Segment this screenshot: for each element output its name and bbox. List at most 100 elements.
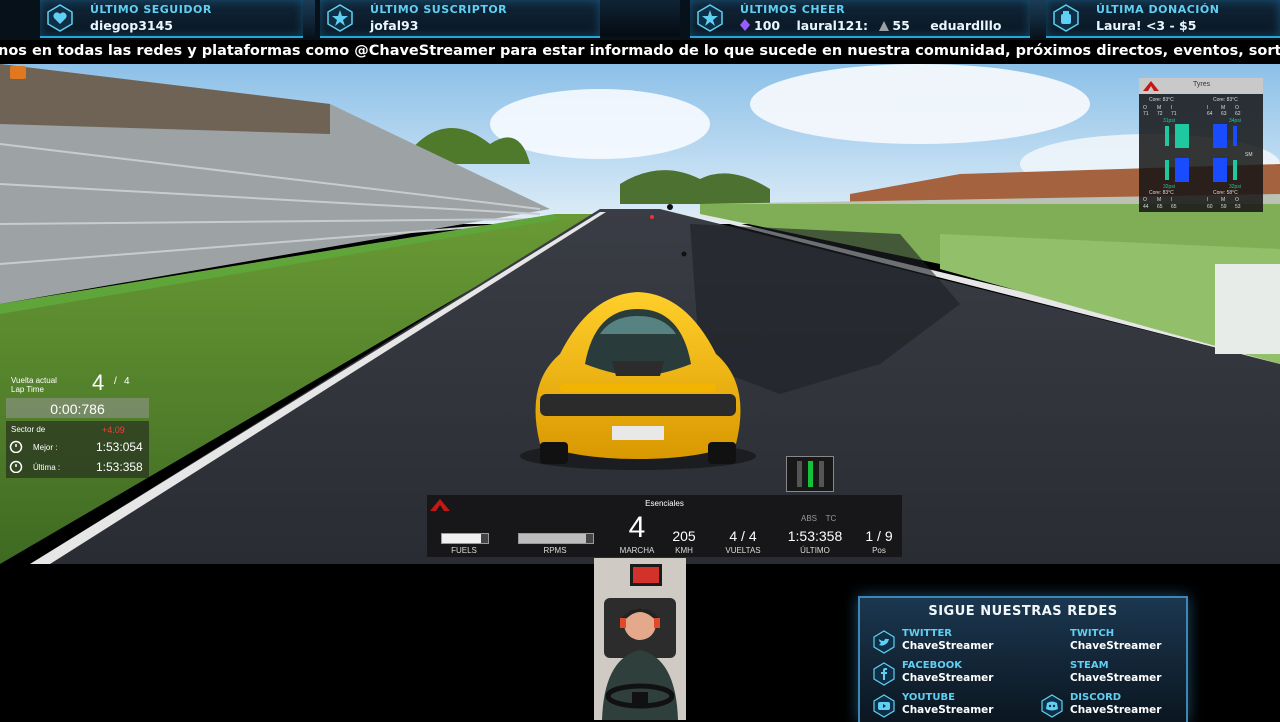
position-label: Pos [872,546,886,555]
clutch-bar [797,461,802,487]
sector-delta: +4.09 [102,425,125,435]
subscriber-label: ÚLTIMO SUSCRIPTOR [370,3,508,16]
front-right-core: Core: 83°C [1213,97,1238,103]
sector-box: Sector de +4.09 Mejor : 1:53:054 Última … [6,421,149,478]
tyre-front-left [1175,124,1189,148]
money-bag-icon [1053,4,1079,32]
rr-temp-i: 60 [1207,204,1213,210]
divider [600,0,680,36]
best-time: 1:53:054 [96,440,143,454]
total-laps-value: 4 [124,376,130,387]
follower-label: ÚLTIMO SEGUIDOR [90,3,212,16]
last-donation-alert: ÚLTIMA DONACIÓN Laura! <3 - $5 [1046,0,1280,38]
streamer-webcam-image [594,558,686,720]
rr-temp-o: 53 [1235,204,1241,210]
rl-temp-m: 65 [1157,204,1163,210]
social-item-discord[interactable]: DISCORD ChaveStreamer [1040,692,1190,720]
rpm-label: RPMS [543,546,567,555]
follower-name: diegop3145 [90,18,173,33]
race-scene [0,64,1280,564]
social-handle: ChaveStreamer [902,640,994,652]
divider [1030,0,1046,36]
ticker-text: nos en todas las redes y plataformas com… [0,43,1280,59]
speed-label: KMH [675,546,693,555]
hud-title: Esenciales [645,499,684,508]
position-value: 1 / 9 [865,528,893,544]
last-time: 1:53:358 [96,460,143,474]
tyre-row-label-i: I [1207,197,1209,203]
tyre-row-label-m: M [1157,197,1162,203]
tyre-row-label-o: O [1143,197,1147,203]
star-icon [697,4,723,32]
fuel-label: FUELS [451,546,477,555]
cheer-amount-1: 100 [754,18,781,33]
tyre-front-right [1213,124,1227,148]
fl-temp-o: 71 [1143,111,1149,117]
tyre-wear-bar [1233,160,1237,180]
stopwatch-icon [9,440,23,453]
speed-value: 205 [672,528,696,544]
social-handle: ChaveStreamer [1070,704,1162,716]
cheer-amount-2: 55 [892,18,910,33]
divider [303,0,315,36]
current-lap-label: Vuelta actual [11,376,57,385]
rear-left-core: Core: 83°C [1149,190,1174,196]
twitter-icon [873,630,895,654]
laps-label: VUELTAS [725,546,761,555]
webcam-feed [594,558,686,720]
social-handle: ChaveStreamer [902,704,994,716]
cheer-label: ÚLTIMOS CHEER [740,3,846,16]
stopwatch-icon [9,460,23,473]
sector-label: Sector de [11,425,46,434]
front-left-core: Core: 83°C [1149,97,1174,103]
social-title: SIGUE NUESTRAS REDES [928,604,1118,619]
overlay-badge-icon [10,66,26,79]
game-viewport: Tyres Core: 83°C Core: 83°C O M I 71 72 … [0,64,1280,564]
cheer-user-3: eduardlllo [930,18,1002,33]
current-lap-value: 4 [92,370,105,395]
last-lap-label: ÚLTIMO [800,546,830,555]
essentials-hud: Esenciales FUELS RPMS 4 MARCHA 205 KMH 4… [427,495,902,557]
donation-value: Laura! <3 - $5 [1096,18,1197,33]
bits-gem-icon [740,19,750,31]
tyre-row-label-i: I [1171,197,1173,203]
social-handle: ChaveStreamer [1070,640,1162,652]
lap-time-label: Lap Time [11,385,44,394]
social-item-steam[interactable]: STEAM ChaveStreamer [1040,660,1190,688]
tyre-row-label-o: O [1235,197,1239,203]
lap-time-box: 0:00:786 [6,398,149,418]
rl-temp-i: 65 [1171,204,1177,210]
social-name: YOUTUBE [902,692,955,703]
subscriber-name: jofal93 [370,18,419,33]
tyres-title: Tyres [1193,81,1211,88]
social-networks-panel: SIGUE NUESTRAS REDES TWITTER ChaveStream… [858,596,1188,722]
fr-temp-m: 63 [1221,111,1227,117]
tyres-panel: Tyres Core: 83°C Core: 83°C O M I 71 72 … [1139,78,1263,212]
social-item-youtube[interactable]: YOUTUBE ChaveStreamer [872,692,1022,720]
laps-value: 4 / 4 [729,528,757,544]
social-item-twitch[interactable]: TWITCH ChaveStreamer [1040,628,1190,656]
input-bars-widget [786,456,834,492]
ticker-banner: nos en todas las redes y plataformas com… [0,40,1280,64]
social-name: TWITCH [1070,628,1115,639]
alerts-bar: ÚLTIMO SEGUIDOR diegop3145 ÚLTIMO SUSCRI… [0,0,1280,40]
bits-triangle-icon [879,21,890,31]
social-item-facebook[interactable]: FACEBOOK ChaveStreamer [872,660,1022,688]
tyre-rear-right [1213,158,1227,182]
last-follower-alert: ÚLTIMO SEGUIDOR diegop3145 [40,0,303,38]
tyre-row-label-m: M [1221,197,1226,203]
cheer-values: 100 laural121: 55 eduardlllo [740,18,1006,33]
lap-time-value: 0:00:786 [50,401,105,417]
social-name: TWITTER [902,628,952,639]
fr-temp-o: 62 [1235,111,1241,117]
abs-label: ABS [800,514,817,523]
rpm-bar-fill [519,534,586,543]
assetto-logo-icon [1143,81,1159,91]
social-name: DISCORD [1070,692,1122,703]
last-lap-value: 1:53:358 [787,528,843,544]
social-item-twitter[interactable]: TWITTER ChaveStreamer [872,628,1022,656]
last-subscriber-alert: ÚLTIMO SUSCRIPTOR jofal93 [320,0,600,38]
fuel-bar-fill [442,534,482,543]
tyres-header: Tyres [1139,78,1263,94]
rpm-bar [518,533,594,544]
